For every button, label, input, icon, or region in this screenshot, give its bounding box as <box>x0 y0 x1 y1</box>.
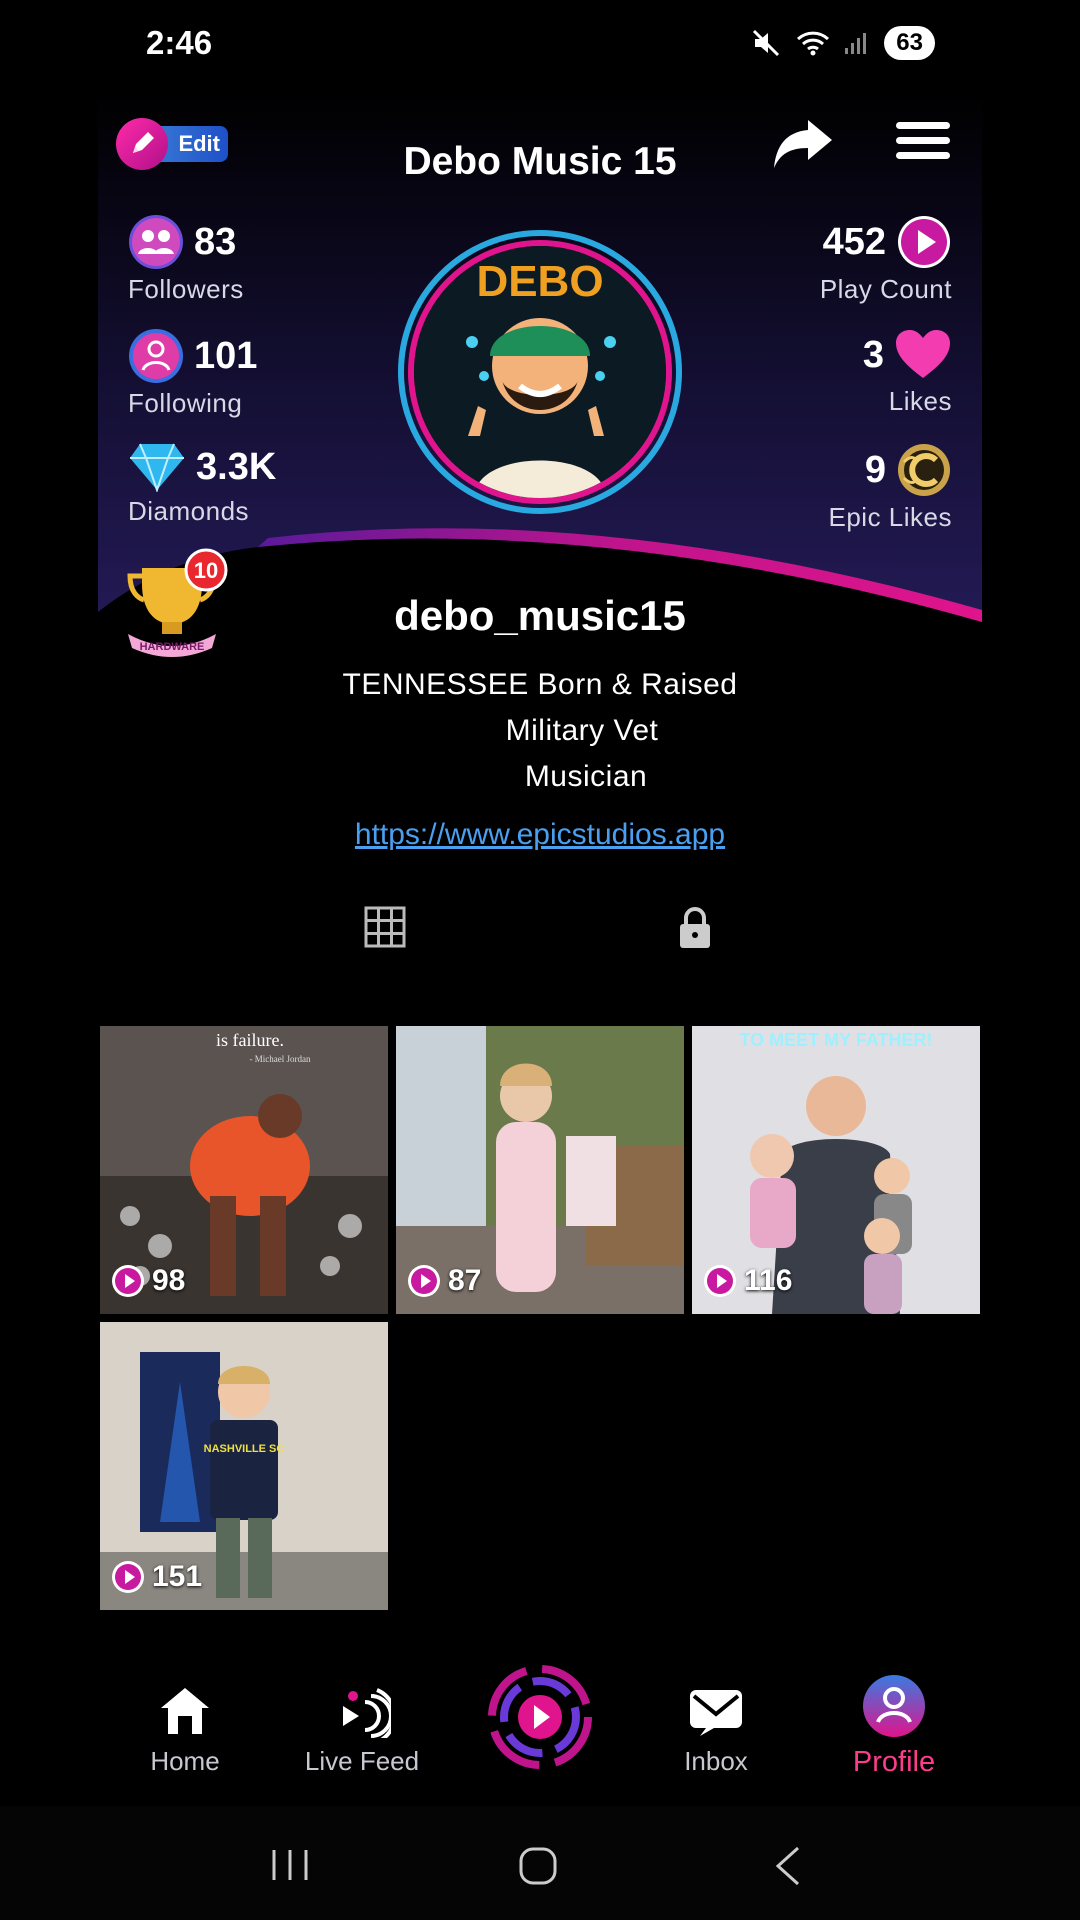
bio-line-2: Military Vet <box>505 714 659 747</box>
followers-stat[interactable]: 83 Followers <box>128 214 244 305</box>
nav-home-label: Home <box>150 1746 220 1776</box>
status-time: 2:46 <box>146 24 213 61</box>
video-thumbnail[interactable]: is failure. - Michael Jordan 98 <box>100 1026 388 1314</box>
thumbnail-credit: - Michael Jordan <box>250 1054 311 1064</box>
home-icon <box>161 1688 209 1734</box>
thumbnail-caption: is failure. <box>216 1030 284 1050</box>
battery-indicator: 63 <box>884 26 935 60</box>
bottom-nav: Home Live Feed Inbox Profile <box>98 1665 982 1812</box>
hardware-badge[interactable]: HARDWARE 10 <box>126 548 230 660</box>
avatar-image: DEBO <box>414 246 666 498</box>
epic-logo-icon <box>898 444 950 496</box>
nav-profile[interactable]: Profile <box>814 1672 974 1779</box>
video-play-count: 98 <box>152 1264 186 1297</box>
home-button-icon[interactable] <box>518 1846 558 1886</box>
menu-button[interactable] <box>896 120 950 167</box>
play-count-badge: 116 <box>704 1264 792 1298</box>
followers-label: Followers <box>128 274 244 304</box>
following-count: 101 <box>194 334 258 377</box>
heart-icon <box>896 330 950 378</box>
system-nav-bar <box>0 1806 1080 1920</box>
nav-profile-label: Profile <box>852 1746 936 1778</box>
nav-live-feed[interactable]: Live Feed <box>282 1672 442 1777</box>
diamond-icon <box>130 443 184 492</box>
pencil-icon <box>116 118 168 170</box>
share-arrow-icon <box>774 120 832 168</box>
diamonds-stat[interactable]: 3.3K Diamonds <box>128 442 276 527</box>
likes-stat[interactable]: 3 Likes <box>863 328 952 417</box>
play-count-badge: 87 <box>408 1264 481 1298</box>
followers-count: 83 <box>194 220 237 263</box>
profile-icon <box>863 1675 925 1737</box>
badge-label: HARDWARE <box>140 641 205 653</box>
epic-likes-count: 9 <box>864 448 886 491</box>
hamburger-icon <box>896 122 950 159</box>
shirt-text: NASHVILLE SC <box>204 1443 285 1455</box>
tab-private[interactable] <box>678 906 712 955</box>
avatar-text: DEBO <box>476 257 603 306</box>
mute-icon <box>753 29 780 57</box>
diamonds-label: Diamonds <box>128 496 250 526</box>
badge-count: 10 <box>194 558 218 583</box>
page-title: Debo Music 15 <box>403 140 677 183</box>
play-count-value: 452 <box>822 220 886 263</box>
live-feed-icon <box>343 1688 391 1738</box>
diamonds-count: 3.3K <box>196 445 277 488</box>
wifi-icon <box>797 31 830 56</box>
video-thumbnail[interactable]: 87 <box>396 1026 684 1314</box>
nav-center-play[interactable] <box>460 1662 620 1772</box>
epic-likes-stat[interactable]: 9 Epic Likes <box>829 442 953 533</box>
status-icons: 63 <box>752 26 935 60</box>
followers-icon <box>129 215 183 269</box>
play-count-badge: 151 <box>112 1560 202 1594</box>
recents-icon[interactable] <box>270 1848 310 1882</box>
video-thumbnail[interactable]: TO MEET MY FATHER! 116 <box>692 1026 980 1314</box>
video-play-count: 151 <box>152 1560 203 1593</box>
play-count-label: Play Count <box>819 274 952 304</box>
nav-inbox[interactable]: Inbox <box>636 1672 796 1777</box>
play-icon <box>704 1265 736 1297</box>
share-button[interactable] <box>770 116 836 177</box>
signal-icon <box>845 33 867 54</box>
following-icon <box>129 329 183 383</box>
play-count-stat[interactable]: 452 Play Count <box>820 214 952 305</box>
profile-link[interactable]: https://www.epicstudios.app <box>240 818 840 852</box>
video-play-count: 87 <box>448 1264 482 1297</box>
bio-line-1: TENNESSEE Born & Raised <box>342 668 738 701</box>
grid-icon <box>364 906 406 948</box>
status-bar: 2:46 63 <box>0 0 1080 90</box>
tab-grid[interactable] <box>364 906 406 953</box>
bio-line-3: Musician <box>524 760 648 793</box>
video-play-count: 116 <box>744 1264 793 1297</box>
play-count-badge: 98 <box>112 1264 185 1298</box>
likes-label: Likes <box>888 386 952 416</box>
epic-likes-label: Epic Likes <box>828 502 952 532</box>
play-icon <box>898 216 950 268</box>
lock-icon <box>680 907 710 948</box>
following-label: Following <box>128 388 243 418</box>
following-stat[interactable]: 101 Following <box>128 328 257 419</box>
thumbnail-caption: TO MEET MY FATHER! <box>739 1030 933 1050</box>
play-icon <box>112 1561 144 1593</box>
center-play-icon <box>488 1665 592 1769</box>
back-icon[interactable] <box>774 1846 802 1886</box>
likes-count: 3 <box>862 333 884 376</box>
username: debo_music15 <box>394 592 686 639</box>
play-icon <box>408 1265 440 1297</box>
profile-avatar[interactable]: DEBO <box>398 230 682 514</box>
nav-home[interactable]: Home <box>105 1672 265 1777</box>
nav-inbox-label: Inbox <box>684 1746 748 1776</box>
envelope-icon <box>690 1690 742 1736</box>
edit-profile-button[interactable]: Edit <box>116 118 228 170</box>
video-thumbnail[interactable]: NASHVILLE SC 151 <box>100 1322 388 1610</box>
trophy-icon: HARDWARE 10 <box>127 548 228 657</box>
play-icon <box>112 1265 144 1297</box>
nav-live-feed-label: Live Feed <box>304 1746 420 1776</box>
